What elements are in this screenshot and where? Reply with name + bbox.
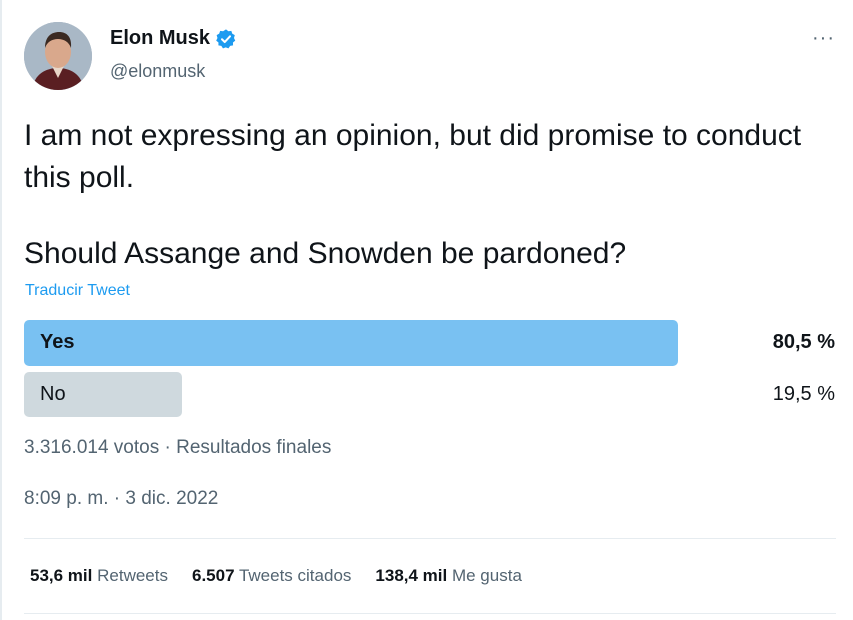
poll-bar-yes bbox=[24, 320, 678, 366]
likes-label: Me gusta bbox=[451, 566, 522, 585]
retweets-stat[interactable]: 53,6 mil Retweets bbox=[30, 566, 168, 586]
tweet-timestamp[interactable]: 8:09 p. m. · 3 dic. 2022 bbox=[24, 488, 218, 510]
poll-option-no-percent: 19,5 % bbox=[772, 383, 835, 405]
retweets-count: 53,6 mil bbox=[30, 566, 93, 585]
translate-tweet-link[interactable]: Traducir Tweet bbox=[25, 282, 130, 300]
avatar-image bbox=[24, 22, 92, 90]
tweet-card: Elon Musk @elonmusk ··· I am not express… bbox=[0, 0, 853, 620]
quote-tweets-count: 6.507 bbox=[191, 566, 235, 585]
author-name[interactable]: Elon Musk bbox=[110, 27, 210, 50]
divider bbox=[24, 538, 836, 539]
left-border bbox=[0, 0, 2, 620]
tweet-text: I am not expressing an opinion, but did … bbox=[24, 119, 802, 194]
more-options-icon[interactable]: ··· bbox=[812, 28, 835, 48]
poll-option-no-label: No bbox=[40, 383, 66, 405]
likes-stat[interactable]: 138,4 mil Me gusta bbox=[375, 566, 522, 586]
poll-meta: 3.316.014 votos · Resultados finales bbox=[24, 437, 332, 458]
quote-tweets-label: Tweets citados bbox=[238, 566, 352, 585]
likes-count: 138,4 mil bbox=[375, 566, 448, 585]
poll-question: Should Assange and Snowden be pardoned? bbox=[24, 237, 627, 270]
author-block: Elon Musk bbox=[110, 27, 237, 50]
author-handle[interactable]: @elonmusk bbox=[110, 61, 205, 82]
retweets-label: Retweets bbox=[97, 566, 168, 585]
quote-tweets-stat[interactable]: 6.507 Tweets citados bbox=[192, 566, 351, 586]
engagement-stats: 53,6 mil Retweets 6.507 Tweets citados 1… bbox=[30, 566, 546, 586]
verified-badge-icon bbox=[215, 28, 237, 50]
poll-option-yes-label: Yes bbox=[40, 331, 75, 353]
poll-option-yes-percent: 80,5 % bbox=[772, 331, 835, 353]
avatar[interactable] bbox=[24, 22, 92, 90]
divider bbox=[24, 613, 836, 614]
